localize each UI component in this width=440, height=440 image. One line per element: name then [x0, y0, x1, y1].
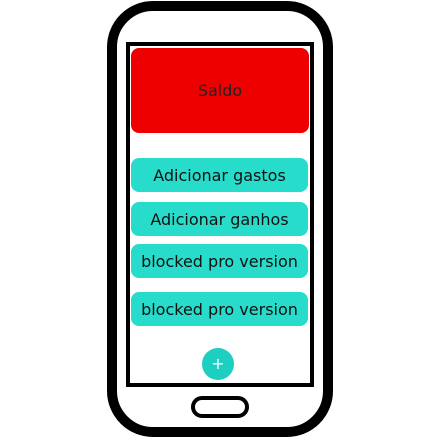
phone-mockup: Saldo Adicionar gastos Adicionar ganhos … [0, 0, 440, 440]
add-expenses-label: Adicionar gastos [153, 165, 286, 185]
blocked-pro-button-1[interactable]: blocked pro version [131, 244, 308, 278]
blocked-pro-label-2: blocked pro version [141, 299, 298, 319]
blocked-pro-button-2[interactable]: blocked pro version [131, 292, 308, 326]
balance-label: Saldo [197, 81, 243, 100]
add-expenses-button[interactable]: Adicionar gastos [131, 158, 308, 192]
blocked-pro-label-1: blocked pro version [141, 251, 298, 271]
home-button[interactable] [191, 396, 249, 418]
plus-icon: + [211, 354, 225, 373]
add-income-label: Adicionar ganhos [150, 209, 289, 229]
balance-card[interactable]: Saldo [131, 48, 309, 133]
add-income-button[interactable]: Adicionar ganhos [131, 202, 308, 236]
add-fab-button[interactable]: + [202, 348, 234, 380]
